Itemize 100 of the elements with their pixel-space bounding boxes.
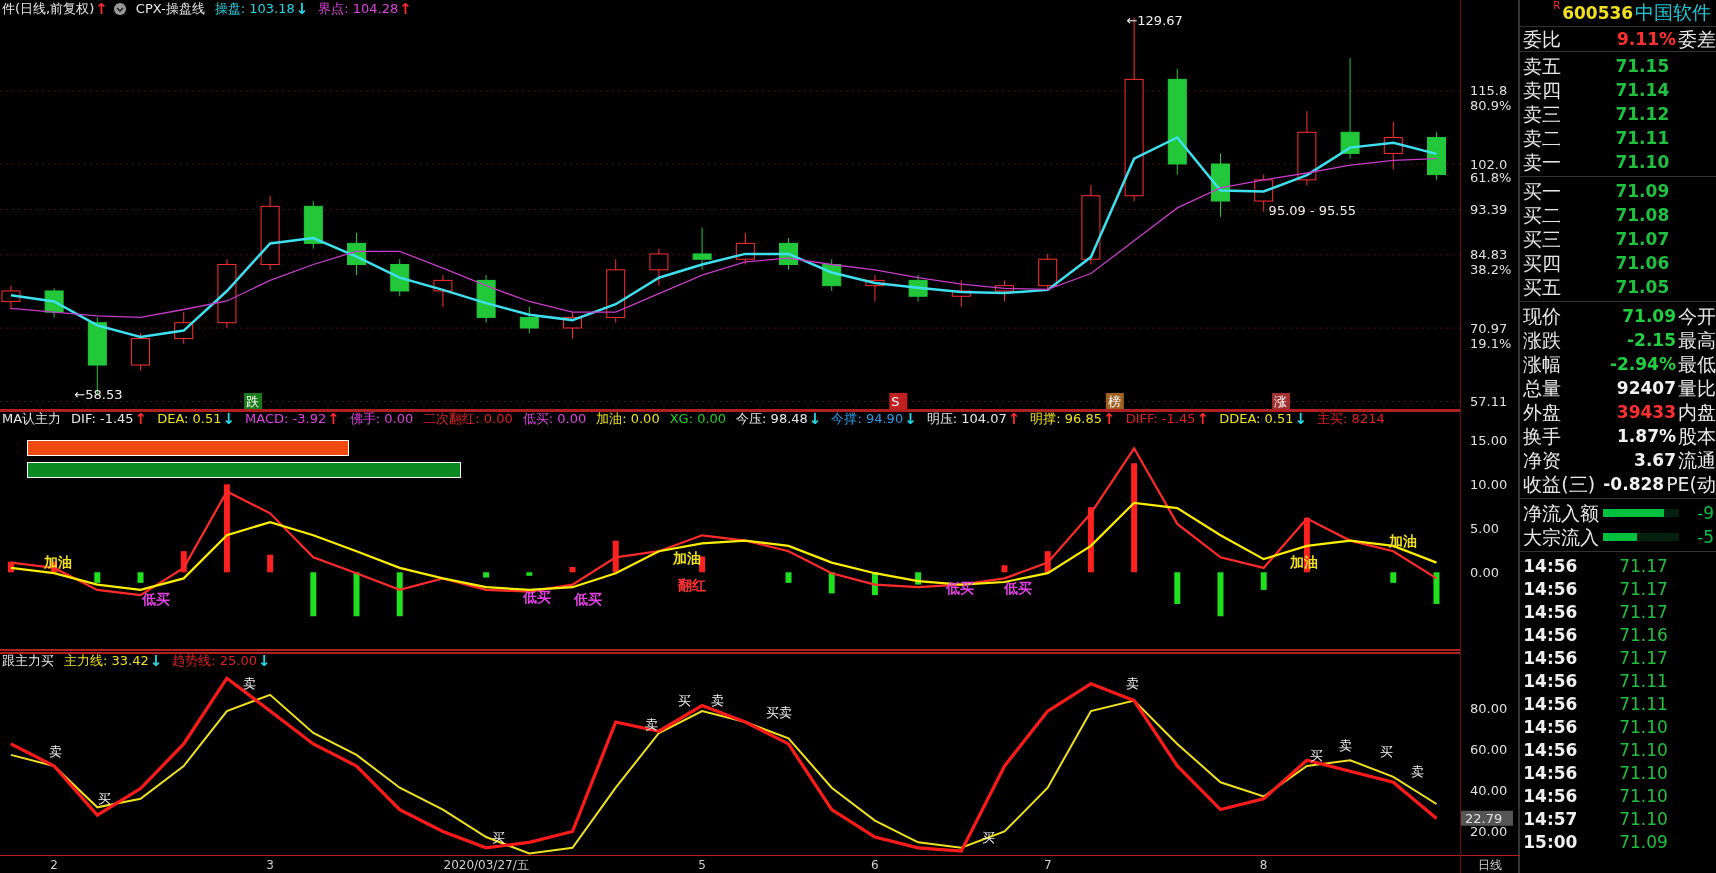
quote-label: 净资 [1523, 448, 1563, 472]
period-label[interactable]: 日线 [1478, 858, 1502, 872]
trade-signal-label: 买 [1310, 747, 1324, 763]
market-marker: R [1553, 0, 1561, 11]
quote-value: 71.06 [1614, 253, 1670, 273]
quote-value: -0.828 [1602, 474, 1665, 494]
quote-label: 外盘 [1523, 400, 1563, 424]
quote-label: 总量 [1523, 376, 1563, 400]
indicator-value: 趋势线: 25.00 [172, 652, 258, 669]
date-label: 2 [50, 858, 58, 872]
quote-value: 39433 [1615, 402, 1676, 422]
signal-tag: 榜 [1105, 393, 1124, 409]
trade-time: 14:57 [1523, 808, 1579, 829]
date-label: 6 [871, 858, 879, 872]
signal-label: 加油 [672, 550, 701, 567]
bar [267, 554, 274, 573]
quote-value: 71.09 [1614, 181, 1670, 201]
indicator-value: 今撑: 94.90 [831, 410, 904, 427]
trade-price: 71.10 [1619, 739, 1668, 760]
axis-label: 60.00 [1470, 742, 1508, 758]
bar [1131, 463, 1138, 573]
price-annotation: ←58.53 [74, 386, 123, 402]
bar [310, 572, 317, 617]
signal-label: 加油 [1388, 532, 1417, 549]
trade-signal-label: 卖 [1410, 764, 1424, 780]
axis-label: 115.8 [1470, 83, 1508, 99]
bar [396, 572, 403, 617]
quote-label: 买三 [1523, 227, 1563, 251]
quote-label: 股本 [1678, 424, 1716, 448]
trade-signal-label: 买 [492, 829, 506, 845]
bar [785, 572, 792, 583]
trend-arrow: ↓ [904, 410, 917, 427]
chart-title: 操盘: 103.18 [214, 0, 295, 17]
quote-label: 现价 [1523, 304, 1563, 328]
quote-value: -5 [1697, 527, 1715, 547]
bar [828, 572, 835, 594]
bar [1087, 507, 1094, 573]
trade-price: 71.10 [1619, 808, 1668, 829]
date-label: 7 [1043, 858, 1052, 872]
trade-price: 71.10 [1619, 785, 1668, 806]
indicator-value: 主力线: 33.42 [64, 652, 149, 669]
trade-time: 14:56 [1523, 624, 1579, 645]
trade-time: 14:56 [1523, 555, 1579, 576]
quote-value: 71.14 [1614, 80, 1670, 100]
trend-arrow: ↓ [295, 0, 309, 17]
indicator-value: 低买: 0.00 [522, 410, 587, 427]
quote-label: 收益(三) [1523, 472, 1596, 496]
quote-value: 92407 [1615, 378, 1676, 398]
signal-label: 翻红 [678, 576, 707, 593]
quote-label: 卖四 [1523, 78, 1563, 102]
indicator-value: 主买: 8214 [1317, 410, 1385, 427]
quote-value: 71.08 [1614, 205, 1670, 225]
bar [1217, 572, 1224, 617]
quote-label: 最高 [1678, 328, 1716, 352]
price-annotation: 95.09 - 95.55 [1268, 203, 1356, 219]
indicator-value: DDEA: 0.51 [1219, 410, 1294, 427]
indicator-value: 明撑: 96.85 [1030, 410, 1103, 427]
axis-label: 15.00 [1470, 432, 1508, 448]
candlestick [649, 248, 669, 287]
quote-label: 卖二 [1523, 126, 1563, 150]
stock-name: 中国软件 [1635, 0, 1712, 25]
quote-label: 卖一 [1523, 150, 1563, 174]
trend-arrow: ↓ [1294, 410, 1308, 427]
trend-arrow: ↑ [327, 410, 340, 427]
bar [1260, 572, 1267, 590]
trade-signal-label: 买 [678, 692, 692, 708]
trade-price: 71.16 [1619, 624, 1668, 645]
quote-label: 换手 [1523, 424, 1563, 448]
trade-time: 15:00 [1523, 831, 1579, 852]
bar [1174, 572, 1181, 604]
trade-time: 14:56 [1523, 785, 1579, 806]
signal-label: 低买 [574, 590, 603, 607]
bar [1390, 572, 1397, 583]
quote-value: -9 [1697, 503, 1715, 523]
date-label: 8 [1259, 858, 1268, 872]
trade-time: 14:56 [1523, 601, 1579, 622]
trend-arrow: ↓ [808, 410, 822, 427]
quote-label: 买五 [1523, 275, 1563, 299]
trend-arrow: ↓ [258, 652, 271, 669]
trade-signal-label: 卖 [242, 676, 256, 692]
trade-time: 14:56 [1523, 739, 1579, 760]
price-annotation: ←129.67 [1126, 12, 1183, 28]
trade-signal-label: 卖 [49, 743, 63, 759]
axis-label: 5.00 [1470, 520, 1499, 536]
bar [94, 572, 101, 583]
axis-label: 10.00 [1470, 476, 1508, 492]
trade-price: 71.17 [1619, 601, 1668, 622]
quote-label: 买二 [1523, 203, 1563, 227]
indicator-value: MACD: -3.92 [245, 410, 327, 427]
quote-label: 最低 [1678, 352, 1716, 376]
quote-label: 流通 [1678, 448, 1716, 472]
trend-arrow: ↑ [1007, 410, 1021, 427]
quote-value: -2.94% [1608, 354, 1676, 374]
current-value-tag: 22.79 [1461, 810, 1513, 826]
quote-label: 委比 [1523, 27, 1563, 51]
percent-label: 80.9% [1470, 98, 1512, 114]
quote-label: 涨跌 [1523, 328, 1563, 352]
axis-label: 80.00 [1470, 701, 1508, 717]
chart-title: 界点: 104.28 [318, 0, 399, 17]
dropdown-circle-icon[interactable] [113, 2, 126, 15]
